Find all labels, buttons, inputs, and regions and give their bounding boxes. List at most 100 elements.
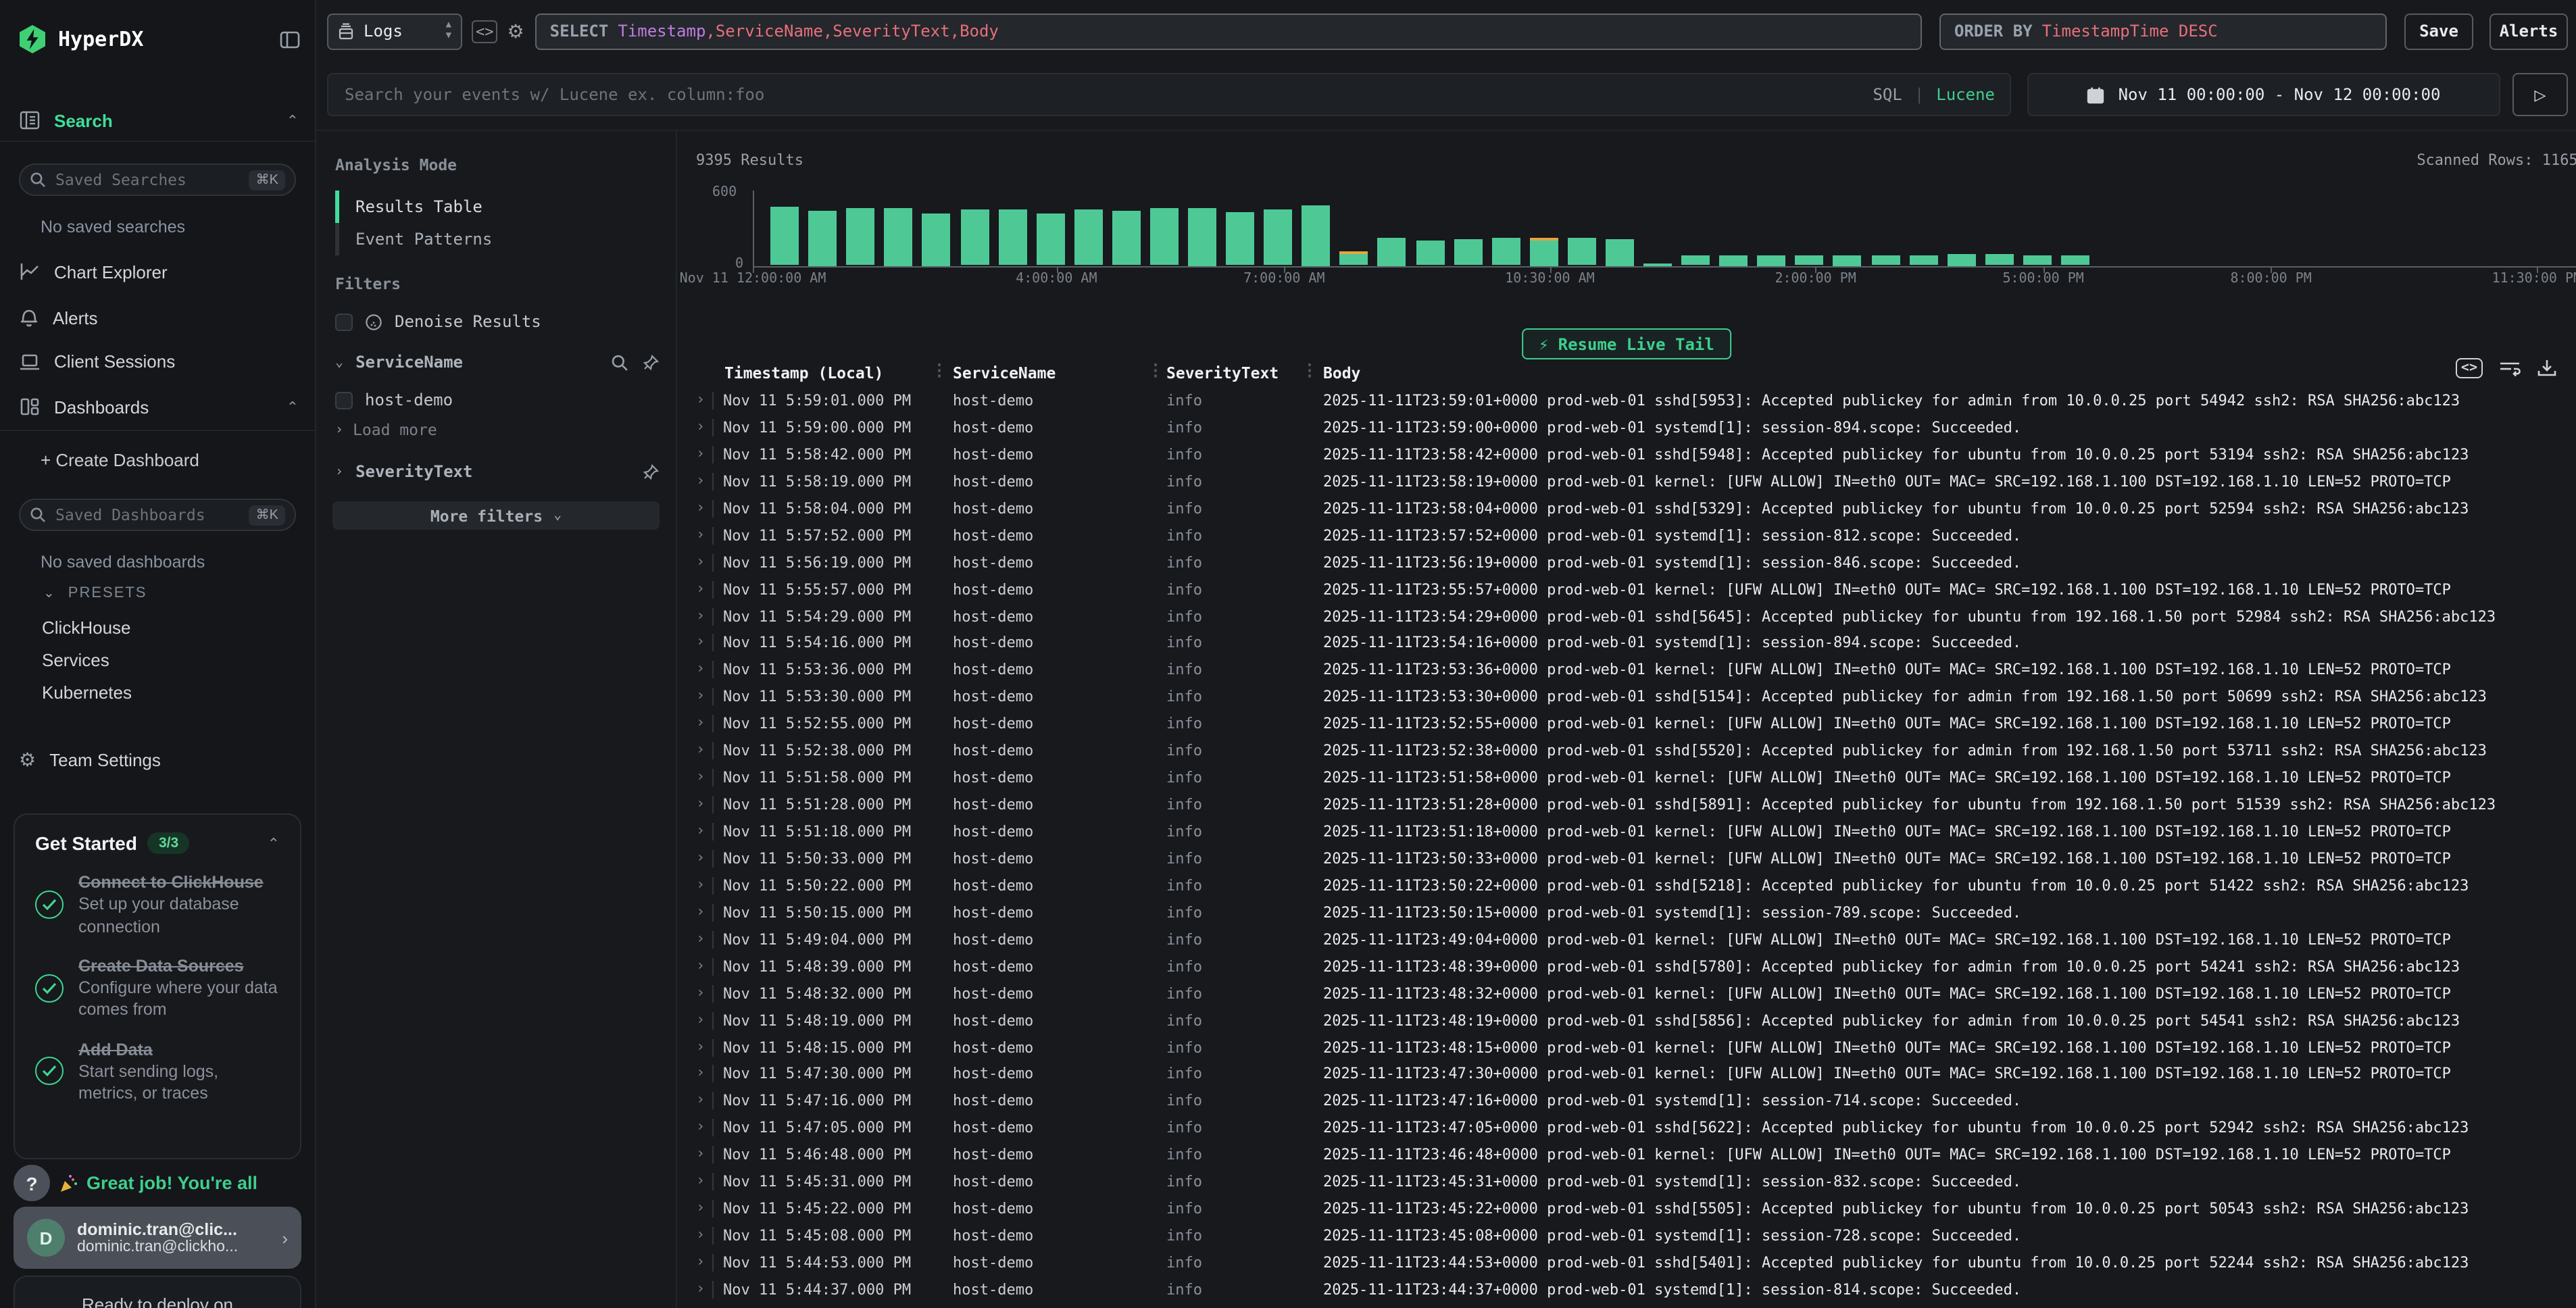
- saved-searches-input[interactable]: [55, 170, 240, 189]
- denoise-checkbox[interactable]: [335, 313, 353, 330]
- sidebar-item-alerts[interactable]: Alerts: [19, 307, 299, 328]
- expand-row-icon[interactable]: ›: [696, 1226, 705, 1243]
- saved-dashboards-search[interactable]: ⌘K: [19, 499, 296, 531]
- sidebar-item-dashboards[interactable]: Dashboards ⌃: [19, 396, 299, 418]
- get-started-step[interactable]: Add Data Start sending logs, metrics, or…: [35, 1038, 280, 1105]
- chevron-up-icon[interactable]: ⌃: [287, 398, 299, 416]
- chart-bar[interactable]: [847, 209, 875, 266]
- expand-row-icon[interactable]: ›: [696, 1091, 705, 1109]
- expand-row-icon[interactable]: ›: [696, 740, 705, 758]
- chart-bar[interactable]: [1340, 251, 1368, 266]
- presets-header[interactable]: ⌄ PRESETS: [43, 585, 147, 601]
- chart-bar[interactable]: [1150, 208, 1179, 266]
- table-row[interactable]: › Nov 11 5:58:04.000 PM host-demo info 2…: [677, 496, 2576, 523]
- expand-row-icon[interactable]: ›: [696, 472, 705, 489]
- table-row[interactable]: › Nov 11 5:55:57.000 PM host-demo info 2…: [677, 576, 2576, 603]
- raw-mode-icon[interactable]: <>: [2456, 358, 2483, 378]
- sidebar-item-team-settings[interactable]: ⚙ Team Settings: [19, 749, 299, 772]
- chart-bar[interactable]: [1681, 255, 1710, 266]
- load-more-row[interactable]: › Load more: [335, 420, 660, 439]
- expand-row-icon[interactable]: ›: [696, 1145, 705, 1163]
- code-view-icon[interactable]: <>: [472, 20, 498, 43]
- sidebar-item-client-sessions[interactable]: Client Sessions: [19, 351, 299, 372]
- chevron-up-icon[interactable]: ⌃: [287, 111, 299, 129]
- run-query-button[interactable]: ▷: [2512, 73, 2568, 116]
- source-select[interactable]: Logs ▲▼: [327, 13, 462, 49]
- chart-bar[interactable]: [1530, 238, 1558, 266]
- date-range-picker[interactable]: Nov 11 00:00:00 - Nov 12 00:00:00: [2027, 73, 2500, 116]
- expand-row-icon[interactable]: ›: [696, 1253, 705, 1270]
- table-row[interactable]: › Nov 11 5:52:38.000 PM host-demo info 2…: [677, 738, 2576, 765]
- get-started-header[interactable]: Get Started 3/3 ⌃: [35, 832, 280, 854]
- table-row[interactable]: › Nov 11 5:48:15.000 PM host-demo info 2…: [677, 1034, 2576, 1061]
- preset-item-services[interactable]: Services: [42, 650, 109, 670]
- expand-row-icon[interactable]: ›: [696, 983, 705, 1001]
- table-row[interactable]: › Nov 11 5:50:15.000 PM host-demo info 2…: [677, 900, 2576, 927]
- chart-bar[interactable]: [998, 210, 1026, 266]
- gear-icon[interactable]: ⚙: [507, 22, 524, 41]
- chart-bar[interactable]: [1871, 256, 1900, 266]
- host-demo-checkbox[interactable]: [335, 391, 353, 409]
- expand-row-icon[interactable]: ›: [696, 1037, 705, 1055]
- table-row[interactable]: › Nov 11 5:59:00.000 PM host-demo info 2…: [677, 415, 2576, 442]
- orderby-input[interactable]: ORDER BY TimestampTime DESC: [1939, 13, 2387, 49]
- chevron-up-icon[interactable]: ⌃: [268, 834, 280, 852]
- table-row[interactable]: › Nov 11 5:59:01.000 PM host-demo info 2…: [677, 388, 2576, 415]
- table-row[interactable]: › Nov 11 5:51:18.000 PM host-demo info 2…: [677, 819, 2576, 846]
- table-row[interactable]: › Nov 11 5:47:16.000 PM host-demo info 2…: [677, 1088, 2576, 1115]
- table-row[interactable]: › Nov 11 5:44:53.000 PM host-demo info 2…: [677, 1250, 2576, 1277]
- expand-row-icon[interactable]: ›: [696, 660, 705, 678]
- chart-bar[interactable]: [1188, 207, 1216, 266]
- select-query-input[interactable]: SELECT Timestamp,ServiceName,SeverityTex…: [535, 13, 1922, 49]
- table-row[interactable]: › Nov 11 5:48:39.000 PM host-demo info 2…: [677, 953, 2576, 980]
- expand-row-icon[interactable]: ›: [696, 445, 705, 462]
- column-resize-handle[interactable]: ⋮: [1302, 361, 1318, 380]
- expand-row-icon[interactable]: ›: [696, 795, 705, 812]
- column-resize-handle[interactable]: ⋮: [931, 361, 947, 380]
- column-resize-handle[interactable]: ⋮: [1147, 361, 1164, 380]
- chart-bar[interactable]: [1264, 209, 1292, 266]
- chart-bar[interactable]: [1112, 211, 1141, 266]
- expand-row-icon[interactable]: ›: [696, 579, 705, 597]
- chart-bar[interactable]: [1606, 240, 1634, 266]
- more-filters-button[interactable]: More filters ⌄: [332, 501, 660, 530]
- table-row[interactable]: › Nov 11 5:49:04.000 PM host-demo info 2…: [677, 927, 2576, 954]
- table-row[interactable]: › Nov 11 5:51:58.000 PM host-demo info 2…: [677, 765, 2576, 792]
- expand-row-icon[interactable]: ›: [696, 687, 705, 705]
- expand-row-icon[interactable]: ›: [696, 552, 705, 570]
- chart-bar[interactable]: [808, 210, 837, 266]
- saved-dashboards-input[interactable]: [55, 505, 240, 524]
- alerts-button[interactable]: Alerts: [2490, 13, 2568, 49]
- expand-row-icon[interactable]: ›: [696, 903, 705, 920]
- sql-toggle[interactable]: SQL: [1873, 85, 1902, 104]
- chart-bar[interactable]: [1454, 240, 1482, 266]
- table-row[interactable]: › Nov 11 5:54:16.000 PM host-demo info 2…: [677, 630, 2576, 657]
- chart-bar[interactable]: [2061, 256, 2089, 266]
- chart-bar[interactable]: [1719, 255, 1748, 266]
- table-row[interactable]: › Nov 11 5:47:05.000 PM host-demo info 2…: [677, 1115, 2576, 1142]
- preset-item-kubernetes[interactable]: Kubernetes: [42, 682, 132, 703]
- expand-row-icon[interactable]: ›: [696, 499, 705, 516]
- expand-row-icon[interactable]: ›: [696, 822, 705, 839]
- chart-bar[interactable]: [1909, 255, 1937, 266]
- chart-bar[interactable]: [1985, 255, 2014, 266]
- chart-bar[interactable]: [1226, 211, 1254, 266]
- table-row[interactable]: › Nov 11 5:58:19.000 PM host-demo info 2…: [677, 469, 2576, 496]
- table-row[interactable]: › Nov 11 5:52:55.000 PM host-demo info 2…: [677, 711, 2576, 738]
- column-header-timestamp[interactable]: Timestamp (Local): [724, 363, 883, 382]
- chart-bar[interactable]: [1795, 255, 1824, 266]
- servicename-filter-group[interactable]: ⌄ ServiceName: [335, 353, 660, 372]
- chart-bar[interactable]: [1416, 240, 1444, 266]
- get-started-step[interactable]: Create Data Sources Configure where your…: [35, 955, 280, 1022]
- chart-bar[interactable]: [1074, 209, 1103, 266]
- chart-bar[interactable]: [1833, 255, 1862, 266]
- chart-bar[interactable]: [1036, 213, 1064, 266]
- expand-row-icon[interactable]: ›: [696, 1064, 705, 1082]
- service-value-row[interactable]: host-demo: [335, 391, 660, 409]
- pin-icon[interactable]: [642, 353, 660, 371]
- chart-bar[interactable]: [770, 207, 799, 266]
- download-icon[interactable]: [2537, 358, 2557, 378]
- wrap-lines-icon[interactable]: [2499, 359, 2521, 378]
- chart-bar[interactable]: [1491, 238, 1520, 266]
- lucene-toggle[interactable]: Lucene: [1936, 85, 1995, 104]
